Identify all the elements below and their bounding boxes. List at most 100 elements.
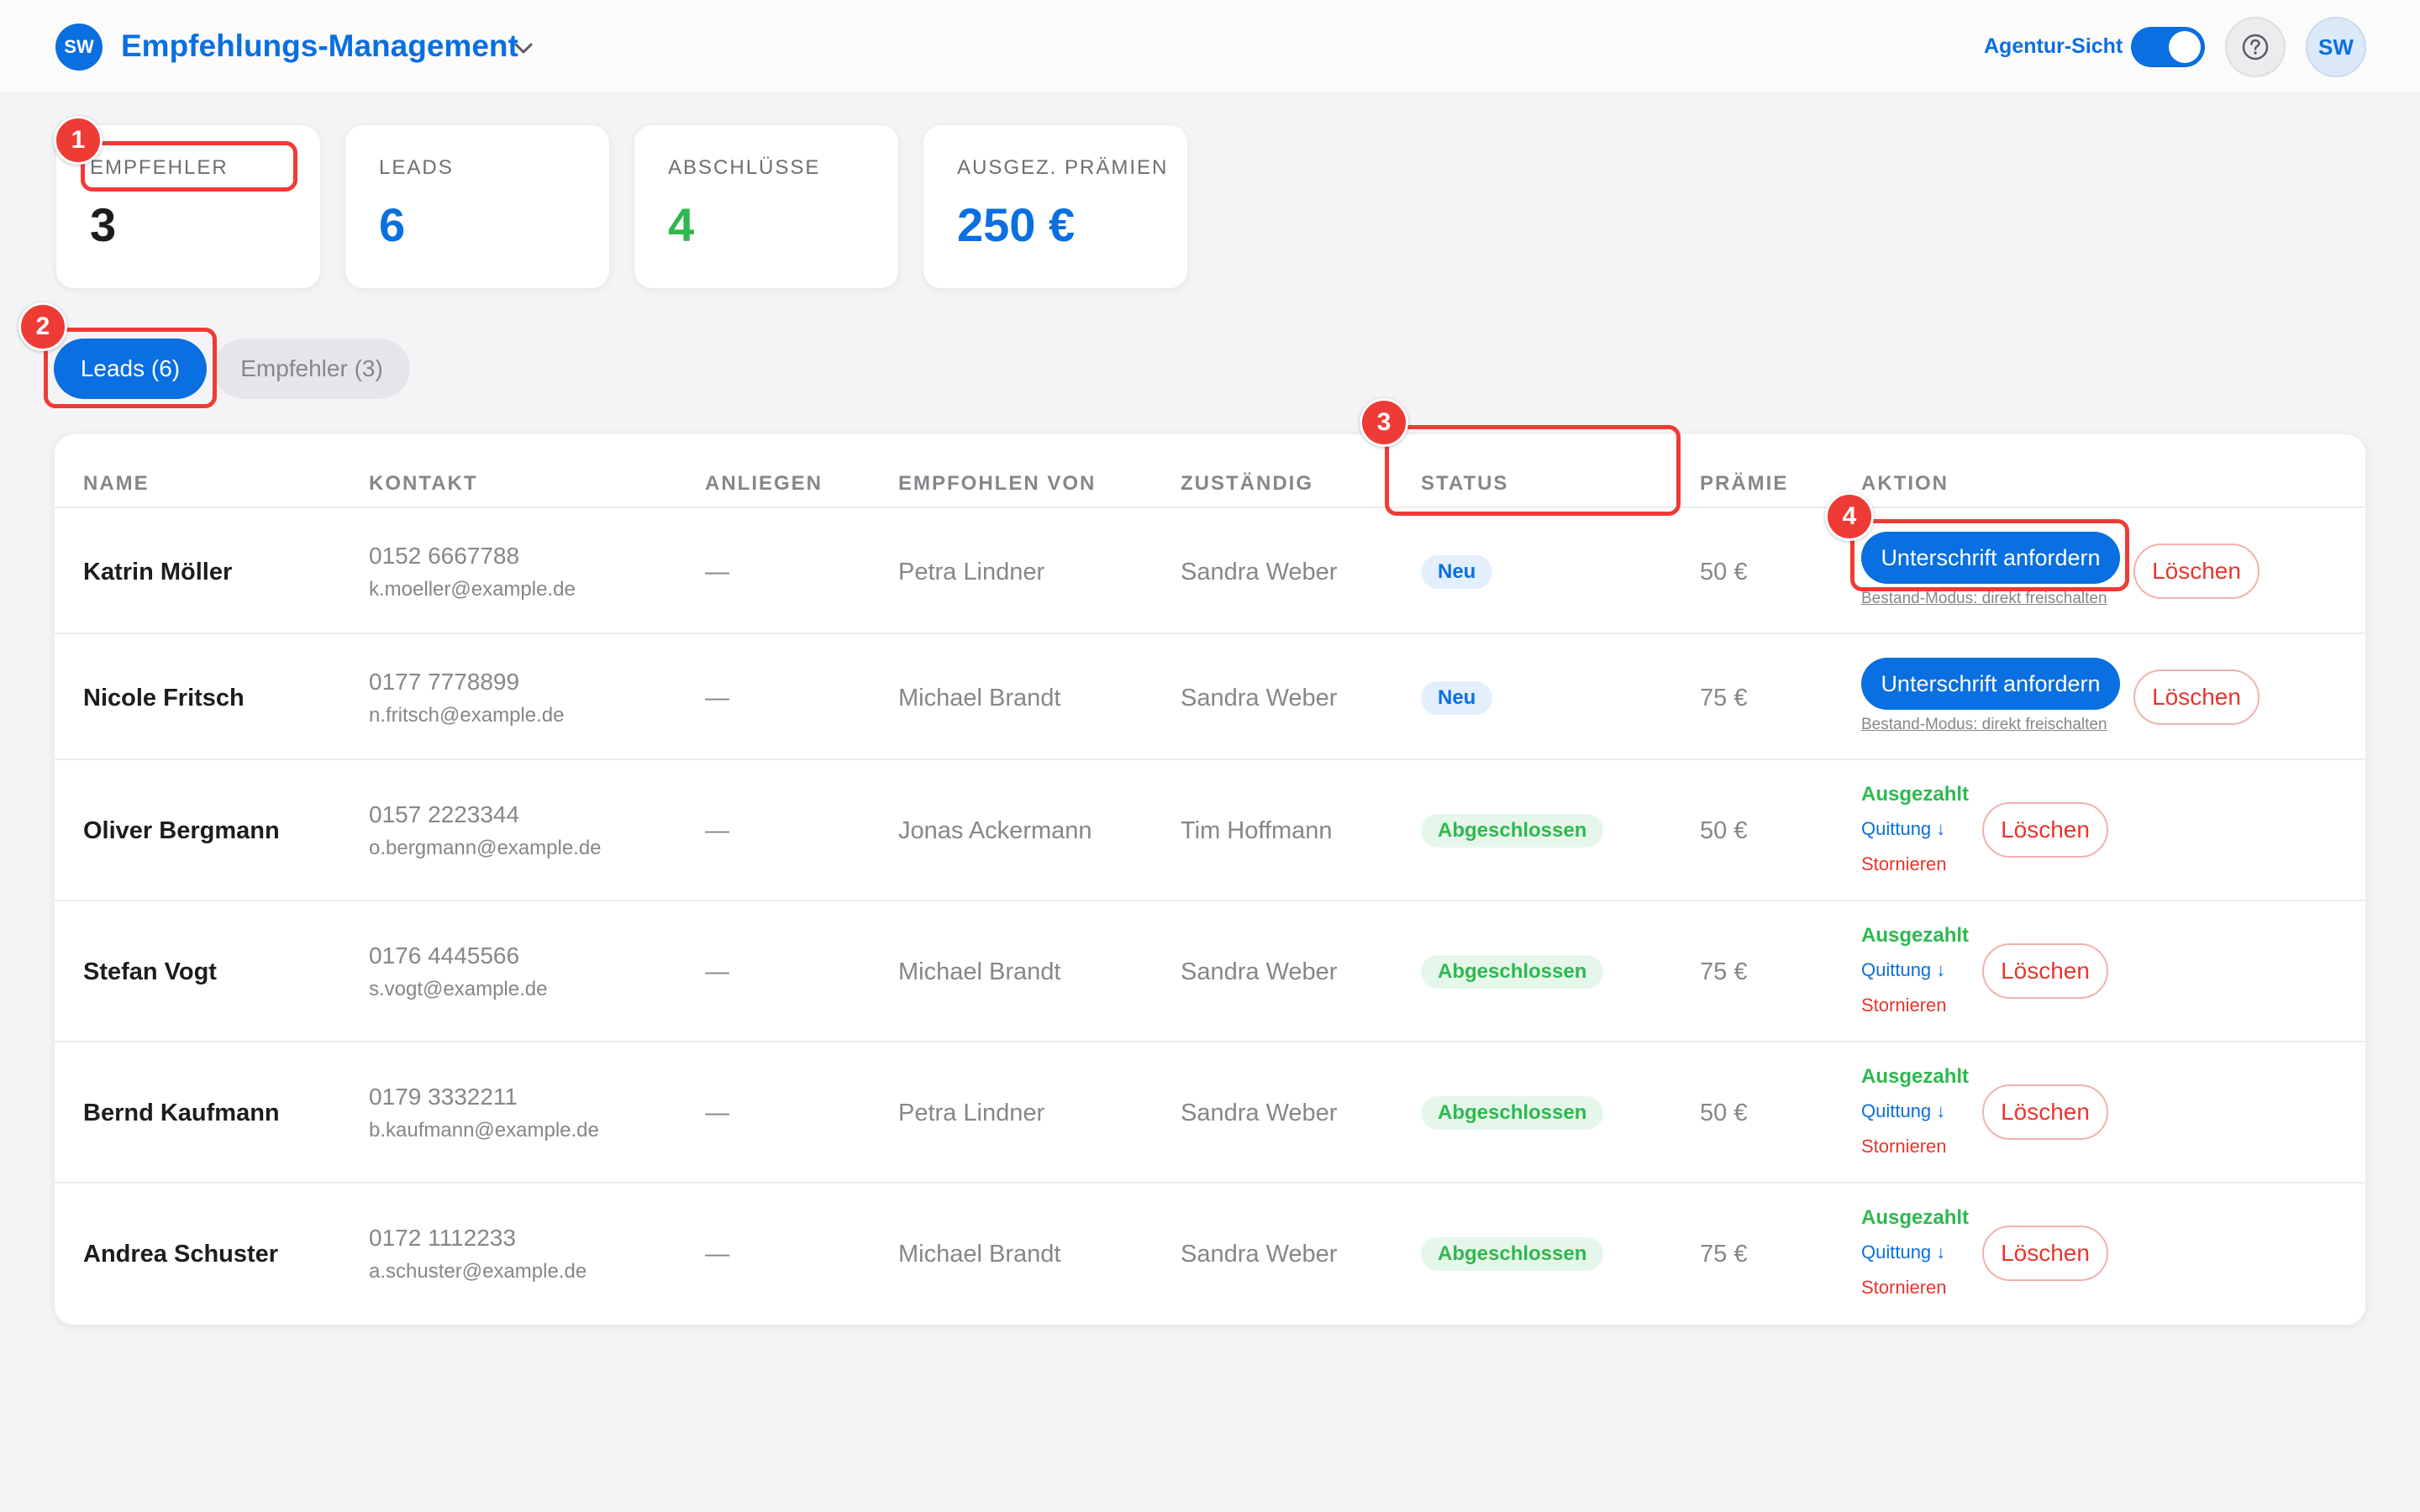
lead-phone: 0152 6667788 xyxy=(369,543,520,569)
app-header: SW Empfehlungs-Management Agentur-Sicht … xyxy=(0,0,2420,94)
cancel-link[interactable]: Stornieren xyxy=(1861,853,1947,876)
delete-button[interactable]: Löschen xyxy=(1982,943,2108,999)
column-header-contact: KONTAKT xyxy=(369,472,478,495)
lead-email: a.schuster@example.de xyxy=(369,1260,587,1283)
lead-referred-by: Petra Lindner xyxy=(898,1100,1045,1126)
user-avatar[interactable]: SW xyxy=(2306,17,2366,77)
paid-label: Ausgezahlt xyxy=(1861,1065,1970,1088)
column-header-name: NAME xyxy=(83,472,150,495)
receipt-download-link[interactable]: Quittung ↓ xyxy=(1861,958,1945,982)
annotation-marker-2: 2 xyxy=(18,302,67,351)
agency-view-label: Agentur-Sicht xyxy=(1984,34,2123,58)
tab-referrers[interactable]: Empfehler (3) xyxy=(213,339,410,399)
annotation-box-2 xyxy=(44,328,217,408)
lead-phone: 0176 4445566 xyxy=(369,942,520,969)
lead-bonus: 75 € xyxy=(1700,1241,1748,1268)
table-row: Nicole Fritsch 0177 7778899 n.fritsch@ex… xyxy=(55,634,2365,760)
toggle-knob xyxy=(2169,31,2201,63)
lead-bonus: 50 € xyxy=(1700,559,1748,585)
delete-button[interactable]: Löschen xyxy=(2133,669,2260,725)
receipt-download-link[interactable]: Quittung ↓ xyxy=(1861,1241,1945,1264)
cancel-link[interactable]: Stornieren xyxy=(1861,1135,1947,1158)
lead-concern: — xyxy=(705,559,729,585)
lead-concern: — xyxy=(705,958,729,985)
lead-name: Katrin Möller xyxy=(83,559,233,585)
table-row: Oliver Bergmann 0157 2223344 o.bergmann@… xyxy=(55,760,2365,901)
table-row: Stefan Vogt 0176 4445566 s.vogt@example.… xyxy=(55,901,2365,1042)
lead-email: o.bergmann@example.de xyxy=(369,837,602,859)
lead-referred-by: Michael Brandt xyxy=(898,685,1061,711)
kpi-value: 6 xyxy=(379,198,406,251)
cancel-link[interactable]: Stornieren xyxy=(1861,1276,1947,1299)
delete-button[interactable]: Löschen xyxy=(1982,1084,2108,1140)
lead-assignee: Sandra Weber xyxy=(1181,685,1338,711)
paid-label: Ausgezahlt xyxy=(1861,1206,1970,1229)
column-header-concern: ANLIEGEN xyxy=(705,472,823,495)
lead-referred-by: Petra Lindner xyxy=(898,559,1045,585)
column-header-referred-by: EMPFOHLEN VON xyxy=(898,472,1097,495)
status-badge: Abgeschlossen xyxy=(1421,1237,1604,1271)
help-icon xyxy=(2242,34,2269,60)
annotation-box-4 xyxy=(1850,519,2129,591)
annotation-marker-3: 3 xyxy=(1360,398,1408,447)
lead-referred-by: Jonas Ackermann xyxy=(898,817,1092,844)
receipt-download-link[interactable]: Quittung ↓ xyxy=(1861,1100,1945,1123)
lead-assignee: Tim Hoffmann xyxy=(1181,817,1333,844)
request-signature-button[interactable]: Unterschrift anfordern xyxy=(1861,658,2120,710)
lead-referred-by: Michael Brandt xyxy=(898,958,1061,985)
lead-phone: 0172 1112233 xyxy=(369,1225,516,1251)
lead-email: s.vogt@example.de xyxy=(369,978,548,1000)
lead-concern: — xyxy=(705,1100,729,1126)
lead-phone: 0179 3332211 xyxy=(369,1084,518,1110)
delete-button[interactable]: Löschen xyxy=(2133,543,2260,599)
lead-name: Oliver Bergmann xyxy=(83,817,280,844)
lead-phone: 0177 7778899 xyxy=(369,669,520,695)
kpi-label: ABSCHLÜSSE xyxy=(668,156,821,179)
lead-assignee: Sandra Weber xyxy=(1181,559,1338,585)
status-badge: Abgeschlossen xyxy=(1421,814,1604,848)
kpi-card-paid-bonuses: AUSGEZ. PRÄMIEN 250 € xyxy=(923,124,1188,289)
kpi-value: 3 xyxy=(90,198,117,251)
delete-button[interactable]: Löschen xyxy=(1982,802,2108,858)
agency-view-toggle[interactable] xyxy=(2131,27,2205,67)
kpi-card-closings: ABSCHLÜSSE 4 xyxy=(634,124,899,289)
lead-name: Nicole Fritsch xyxy=(83,685,245,711)
annotation-marker-1: 1 xyxy=(54,116,103,165)
kpi-card-leads: LEADS 6 xyxy=(345,124,610,289)
lead-assignee: Sandra Weber xyxy=(1181,1100,1338,1126)
lead-assignee: Sandra Weber xyxy=(1181,958,1338,985)
cancel-link[interactable]: Stornieren xyxy=(1861,994,1947,1017)
lead-concern: — xyxy=(705,817,729,844)
lead-bonus: 75 € xyxy=(1700,958,1748,985)
lead-name: Stefan Vogt xyxy=(83,958,217,985)
paid-label: Ausgezahlt xyxy=(1861,783,1970,806)
lead-name: Andrea Schuster xyxy=(83,1241,279,1268)
app-logo: SW xyxy=(55,24,103,71)
table-row: Bernd Kaufmann 0179 3332211 b.kaufmann@e… xyxy=(55,1042,2365,1184)
annotation-marker-4: 4 xyxy=(1825,492,1874,541)
chevron-down-icon[interactable] xyxy=(511,35,536,60)
lead-assignee: Sandra Weber xyxy=(1181,1241,1338,1268)
stock-mode-unlock-link[interactable]: Bestand-Modus: direkt freischalten xyxy=(1861,589,2107,609)
kpi-label: LEADS xyxy=(379,156,454,179)
column-header-action: AKTION xyxy=(1861,472,1949,495)
help-button[interactable] xyxy=(2225,17,2286,77)
lead-bonus: 75 € xyxy=(1700,685,1748,711)
column-header-bonus: PRÄMIE xyxy=(1700,472,1789,495)
lead-concern: — xyxy=(705,1241,729,1268)
delete-button[interactable]: Löschen xyxy=(1982,1226,2108,1281)
lead-phone: 0157 2223344 xyxy=(369,801,520,827)
kpi-label: AUSGEZ. PRÄMIEN xyxy=(957,156,1169,179)
receipt-download-link[interactable]: Quittung ↓ xyxy=(1861,817,1945,841)
table-row: Andrea Schuster 0172 1112233 a.schuster@… xyxy=(55,1184,2365,1325)
annotation-box-1 xyxy=(81,141,297,192)
stock-mode-unlock-link[interactable]: Bestand-Modus: direkt freischalten xyxy=(1861,715,2107,735)
status-badge: Abgeschlossen xyxy=(1421,1096,1604,1130)
lead-email: k.moeller@example.de xyxy=(369,578,576,601)
lead-referred-by: Michael Brandt xyxy=(898,1241,1061,1268)
paid-label: Ausgezahlt xyxy=(1861,924,1970,947)
lead-concern: — xyxy=(705,685,729,711)
annotation-box-3 xyxy=(1385,425,1681,516)
app-title[interactable]: Empfehlungs-Management xyxy=(121,27,518,66)
lead-bonus: 50 € xyxy=(1700,1100,1748,1126)
